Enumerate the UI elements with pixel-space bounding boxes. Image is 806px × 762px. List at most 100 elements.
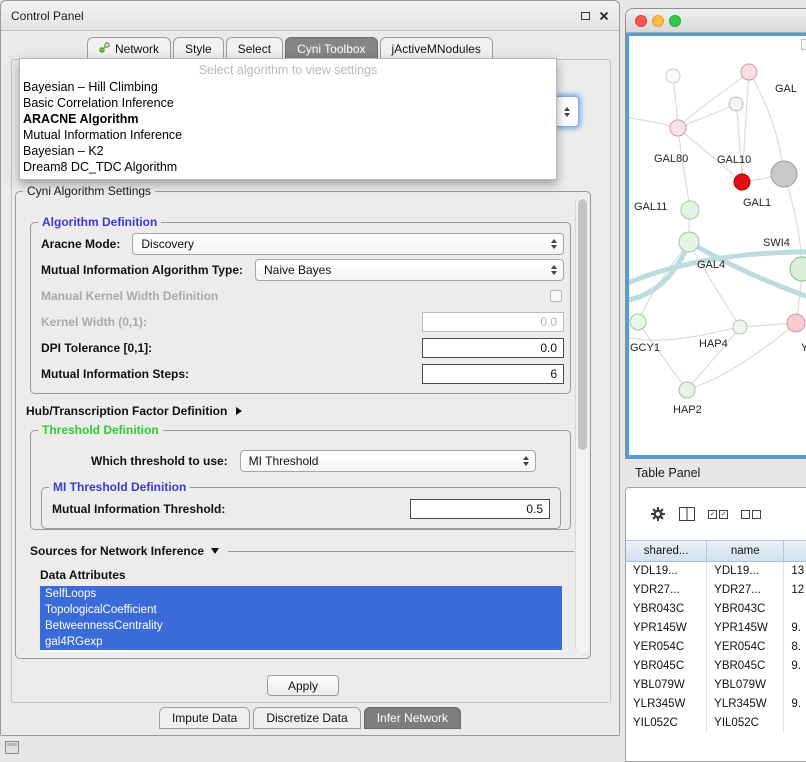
table-cell[interactable]: YIL052C	[626, 714, 707, 733]
tab-cyni-toolbox[interactable]: Cyni Toolbox	[285, 37, 377, 59]
table-cell[interactable]: YER054C	[626, 638, 707, 657]
table-row[interactable]: YDL19... YDL19... 13	[626, 562, 806, 581]
table-cell[interactable]: YIL052C	[707, 714, 784, 733]
table-row[interactable]: YBR043C YBR043C	[626, 600, 806, 619]
table-cell[interactable]: YBL079W	[707, 676, 784, 695]
network-node[interactable]	[729, 97, 743, 111]
divider	[228, 551, 574, 552]
tab-style[interactable]: Style	[173, 37, 224, 59]
table-row[interactable]: YIL052C YIL052C	[626, 714, 806, 733]
list-item[interactable]: BetweennessCentrality	[40, 618, 562, 634]
manual-kernel-checkbox[interactable]	[550, 290, 562, 302]
table-cell[interactable]: 13	[784, 562, 806, 581]
table-cell[interactable]: YPR145W	[626, 619, 707, 638]
table-cell[interactable]: YDL19...	[707, 562, 784, 581]
columns-icon[interactable]	[679, 507, 695, 521]
gear-icon[interactable]	[650, 506, 666, 522]
list-item[interactable]: SelfLoops	[40, 586, 562, 602]
select-all-checkboxes-icon[interactable]: ✓✓	[708, 510, 728, 519]
table-cell[interactable]: 9.	[784, 695, 806, 714]
close-icon[interactable]	[599, 11, 609, 21]
table-cell[interactable]: 12	[784, 581, 806, 600]
network-node[interactable]	[741, 64, 757, 80]
node-gal80[interactable]	[670, 120, 686, 136]
sources-toggle[interactable]: Sources for Network Inference	[30, 544, 574, 558]
kernel-width-field[interactable]: 0.0	[422, 312, 564, 332]
table-cell[interactable]: YBR043C	[707, 600, 784, 619]
node-hap4[interactable]	[733, 320, 747, 334]
table-cell[interactable]: 8.	[784, 638, 806, 657]
node-gal4[interactable]	[679, 232, 699, 252]
dpi-tolerance-field[interactable]: 0.0	[422, 338, 564, 358]
minimized-panel-icon[interactable]	[5, 741, 19, 754]
network-canvas[interactable]: GAL GAL80 GAL10 GAL11 GAL1 SWI4 GAL4 GCY…	[626, 33, 806, 458]
table-cell[interactable]	[784, 600, 806, 619]
tab-select[interactable]: Select	[226, 37, 283, 59]
apply-button[interactable]: Apply	[267, 675, 339, 696]
node-label: GAL80	[654, 153, 688, 165]
table-cell[interactable]: YBR045C	[707, 657, 784, 676]
network-node[interactable]	[666, 69, 680, 83]
window-title: Control Panel	[11, 9, 84, 23]
table-cell[interactable]: YPR145W	[707, 619, 784, 638]
tab-impute-data[interactable]: Impute Data	[159, 707, 250, 729]
table-row[interactable]: YER054C YER054C 8.	[626, 638, 806, 657]
network-node[interactable]	[790, 257, 806, 281]
float-window-icon[interactable]	[581, 12, 590, 20]
node-gray-hub[interactable]	[771, 161, 797, 187]
table-row[interactable]: YDR27... YDR27... 12	[626, 581, 806, 600]
scrollbar-thumb[interactable]	[578, 199, 587, 450]
node-gcy1[interactable]	[630, 314, 646, 330]
table-cell[interactable]: YER054C	[707, 638, 784, 657]
table-cell[interactable]	[784, 676, 806, 695]
deselect-all-checkboxes-icon[interactable]	[741, 510, 761, 519]
table-toolbar: ✓✓	[626, 488, 806, 540]
table-cell[interactable]: YDL19...	[626, 562, 707, 581]
column-header[interactable]	[784, 541, 806, 561]
tab-discretize-data[interactable]: Discretize Data	[253, 707, 360, 729]
list-item[interactable]: TopologicalCoefficient	[40, 602, 562, 618]
table-cell[interactable]	[784, 714, 806, 733]
table-row[interactable]: YBL079W YBL079W	[626, 676, 806, 695]
mi-steps-field[interactable]: 6	[422, 364, 564, 384]
minimize-traffic-light[interactable]	[652, 15, 664, 27]
table-cell[interactable]: YDR27...	[707, 581, 784, 600]
mi-threshold-field[interactable]: 0.5	[410, 499, 550, 519]
mi-type-dropdown[interactable]: Naive Bayes	[255, 259, 564, 281]
node-hap2[interactable]	[679, 382, 695, 398]
zoom-traffic-light[interactable]	[669, 15, 681, 27]
algorithm-option[interactable]: Bayesian – Hill Climbing	[20, 79, 556, 95]
which-threshold-dropdown[interactable]: MI Threshold	[240, 450, 536, 472]
canvas-scroll-corner[interactable]	[801, 39, 806, 50]
algorithm-option[interactable]: Mutual Information Inference	[20, 127, 556, 143]
tab-network[interactable]: Network	[87, 37, 171, 59]
table-row[interactable]: YLR345W YLR345W 9.	[626, 695, 806, 714]
algorithm-option[interactable]: Basic Correlation Inference	[20, 95, 556, 111]
table-cell[interactable]: YBL079W	[626, 676, 707, 695]
tab-infer-network[interactable]: Infer Network	[364, 707, 461, 729]
algorithm-option[interactable]: Bayesian – K2	[20, 143, 556, 159]
table-cell[interactable]: YLR345W	[707, 695, 784, 714]
list-item[interactable]: gal4RGexp	[40, 634, 562, 650]
table-cell[interactable]: YDR27...	[626, 581, 707, 600]
column-header[interactable]: name	[707, 541, 784, 561]
close-traffic-light[interactable]	[635, 15, 647, 27]
table-cell[interactable]: 9.	[784, 619, 806, 638]
table-row[interactable]: YBR045C YBR045C 9.	[626, 657, 806, 676]
table-cell[interactable]: YLR345W	[626, 695, 707, 714]
algorithm-option-selected[interactable]: ARACNE Algorithm	[20, 111, 556, 127]
table-cell[interactable]: 9.	[784, 657, 806, 676]
table-cell[interactable]: YBR045C	[626, 657, 707, 676]
algorithm-combo-focus-fragment[interactable]	[555, 96, 579, 127]
column-header[interactable]: shared...	[626, 541, 707, 561]
aracne-mode-dropdown[interactable]: Discovery	[132, 233, 564, 255]
algorithm-option[interactable]: Dream8 DC_TDC Algorithm	[20, 159, 556, 175]
network-node[interactable]	[787, 314, 805, 332]
settings-scrollbar[interactable]	[575, 197, 588, 653]
node-gal10-red[interactable]	[734, 174, 750, 190]
table-cell[interactable]: YBR043C	[626, 600, 707, 619]
tab-jactivemnodules[interactable]: jActiveMNodules	[380, 37, 493, 59]
table-row[interactable]: YPR145W YPR145W 9.	[626, 619, 806, 638]
node-gal11[interactable]	[681, 201, 699, 219]
hub-definition-toggle[interactable]: Hub/Transcription Factor Definition	[26, 404, 242, 418]
